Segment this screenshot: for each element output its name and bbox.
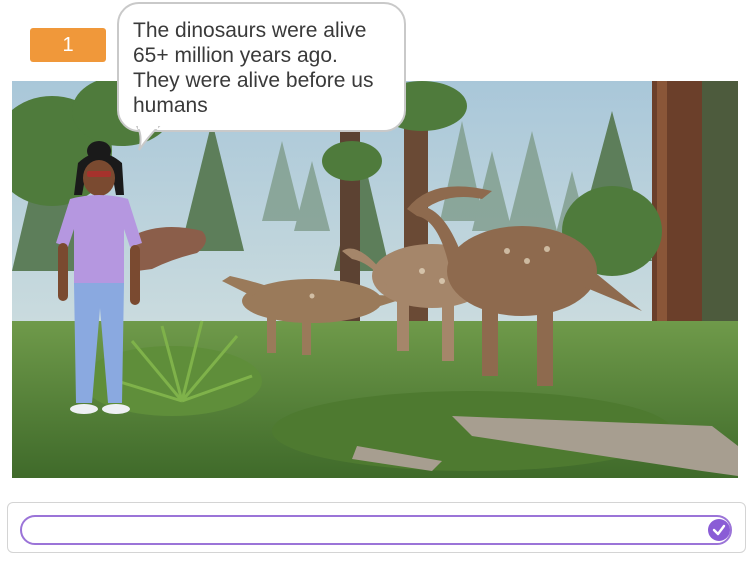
speech-bubble: The dinosaurs were alive 65+ million yea… [117, 2, 406, 132]
girl-sprite[interactable] [52, 133, 147, 415]
variable-value: 1 [62, 33, 74, 56]
speech-bubble-text: The dinosaurs were alive 65+ million yea… [133, 19, 374, 117]
ask-answer-box [7, 502, 746, 553]
speech-bubble-tail [135, 126, 161, 151]
answer-input[interactable] [20, 515, 732, 545]
submit-answer-button[interactable] [708, 519, 730, 541]
variable-monitor: 1 [30, 28, 106, 62]
check-icon [712, 524, 726, 536]
